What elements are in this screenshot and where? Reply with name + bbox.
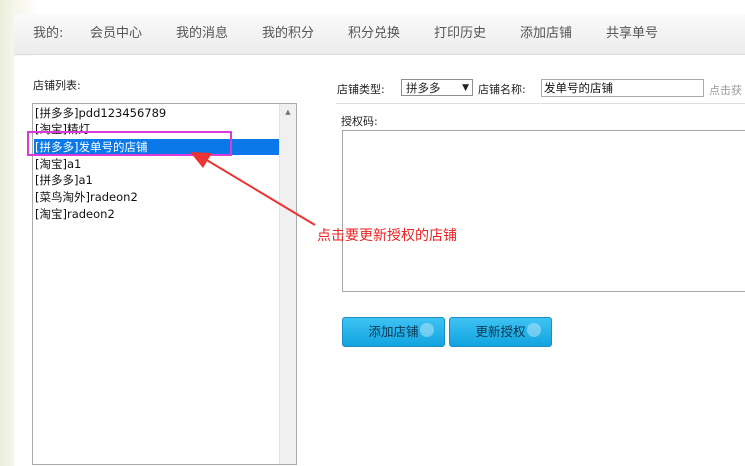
annotation-text: 点击要更新授权的店铺 [317,228,457,244]
